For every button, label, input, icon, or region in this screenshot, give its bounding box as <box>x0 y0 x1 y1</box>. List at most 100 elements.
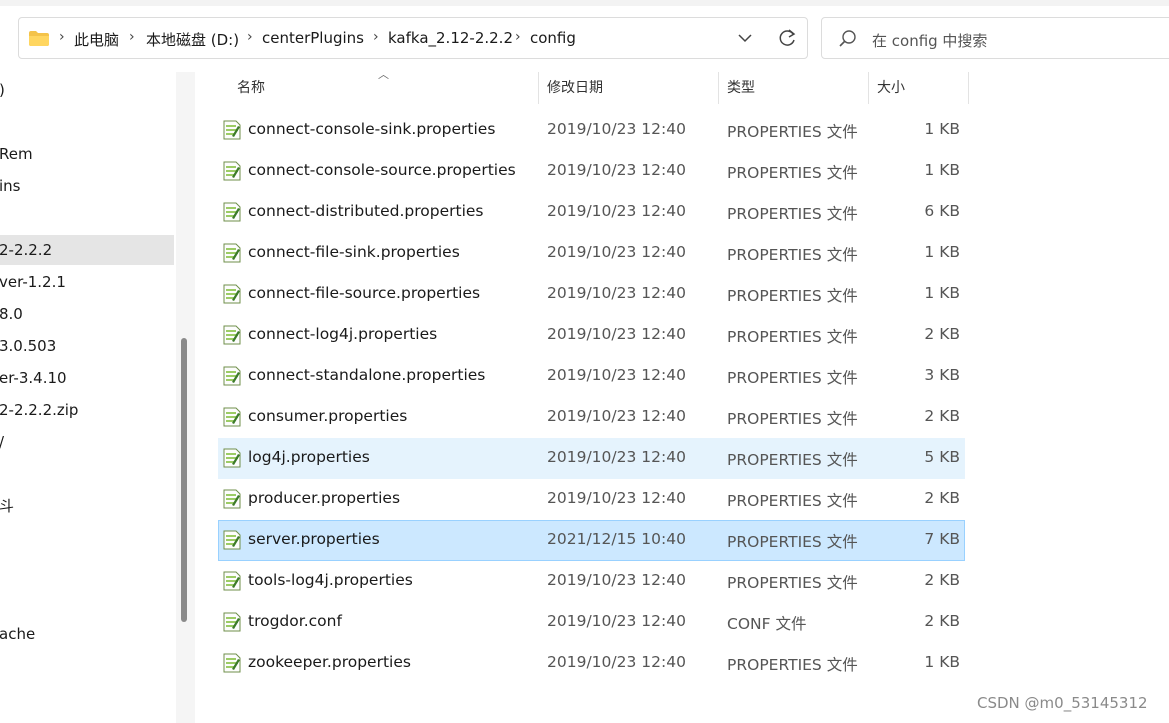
file-type: PROPERTIES 文件 <box>727 328 858 346</box>
file-name: connect-console-source.properties <box>248 161 516 179</box>
file-size: 2 KB <box>924 489 960 507</box>
search-input[interactable]: 在 config 中搜索 <box>872 30 987 51</box>
address-bar[interactable]: › 此电脑 › 本地磁盘 (D:) › centerPlugins › kafk… <box>18 17 808 59</box>
column-divider[interactable] <box>868 72 869 104</box>
nav-item[interactable]: 3.0.503 <box>0 331 174 361</box>
properties-file-icon <box>223 325 241 345</box>
file-name: consumer.properties <box>248 407 408 425</box>
refresh-icon[interactable] <box>776 26 798 50</box>
file-row[interactable]: connect-console-sink.properties 2019/10/2… <box>218 110 965 151</box>
column-header-type[interactable]: 类型 <box>727 72 867 104</box>
nav-item[interactable]: / <box>0 427 174 457</box>
breadcrumb-drive-d[interactable]: 本地磁盘 (D:) <box>146 29 239 50</box>
file-type: CONF 文件 <box>727 615 807 633</box>
properties-file-icon <box>223 530 241 550</box>
properties-file-icon <box>223 489 241 509</box>
file-row[interactable]: zookeeper.properties 2019/10/23 12:40 PROP… <box>218 643 965 684</box>
file-row[interactable]: connect-file-source.properties 2019/10/23… <box>218 274 965 315</box>
file-size: 1 KB <box>924 653 960 671</box>
nav-item-label: ) <box>0 75 5 105</box>
column-header-date[interactable]: 修改日期 <box>547 72 717 104</box>
file-size: 1 KB <box>924 120 960 138</box>
file-type: PROPERTIES 文件 <box>727 492 858 510</box>
chevron-right-icon[interactable]: › <box>373 29 379 45</box>
nav-item-label: / <box>0 427 4 457</box>
breadcrumb-this-pc[interactable]: 此电脑 <box>74 29 119 50</box>
chevron-right-icon[interactable]: › <box>247 29 253 45</box>
nav-item-label: 2-2.2.2 <box>0 241 53 259</box>
file-row[interactable]: tools-log4j.properties 2019/10/23 12:40 PR… <box>218 561 965 602</box>
nav-item[interactable]: 2-2.2.2.zip <box>0 395 174 425</box>
file-name: connect-distributed.properties <box>248 202 484 220</box>
nav-scrollbar-thumb[interactable] <box>181 338 187 622</box>
file-modified-date: 2019/10/23 12:40 <box>547 407 686 425</box>
chevron-right-icon[interactable]: › <box>129 29 135 45</box>
nav-item-selected[interactable]: 2-2.2.2 <box>0 235 174 265</box>
file-name: connect-file-source.properties <box>248 284 481 302</box>
nav-item-label: er-3.4.10 <box>0 369 67 387</box>
file-size: 1 KB <box>924 161 960 179</box>
file-name: connect-log4j.properties <box>248 325 438 343</box>
column-divider[interactable] <box>538 72 539 104</box>
file-row[interactable]: producer.properties 2019/10/23 12:40 PROPE… <box>218 479 965 520</box>
search-box[interactable]: 在 config 中搜索 <box>821 17 1169 59</box>
file-name: connect-file-sink.properties <box>248 243 460 261</box>
file-row[interactable]: connect-distributed.properties 2019/10/23… <box>218 192 965 233</box>
chevron-down-icon[interactable] <box>735 27 755 49</box>
nav-item[interactable]: 8.0 <box>0 299 174 329</box>
properties-file-icon <box>223 448 241 468</box>
file-name: producer.properties <box>248 489 401 507</box>
file-type: PROPERTIES 文件 <box>727 369 858 387</box>
file-row[interactable]: consumer.properties 2019/10/23 12:40 PROPE… <box>218 397 965 438</box>
column-divider[interactable] <box>718 72 719 104</box>
file-size: 3 KB <box>924 366 960 384</box>
file-row[interactable]: server.properties 2021/12/15 10:40 PROPERT… <box>218 520 965 561</box>
file-type: PROPERTIES 文件 <box>727 533 858 551</box>
file-modified-date: 2019/10/23 12:40 <box>547 571 686 589</box>
file-modified-date: 2019/10/23 12:40 <box>547 325 686 343</box>
nav-item[interactable]: ins <box>0 171 174 201</box>
file-list: connect-console-sink.properties 2019/10/2… <box>218 110 965 684</box>
file-type: PROPERTIES 文件 <box>727 123 858 141</box>
chevron-right-icon[interactable]: › <box>515 29 521 45</box>
file-row[interactable]: log4j.properties 2019/10/23 12:40 PROPERTI… <box>218 438 965 479</box>
file-type: PROPERTIES 文件 <box>727 246 858 264</box>
nav-item[interactable]: ver-1.2.1 <box>0 267 174 297</box>
file-type: PROPERTIES 文件 <box>727 287 858 305</box>
nav-item[interactable]: ) <box>0 75 174 105</box>
properties-file-icon <box>223 407 241 427</box>
file-row[interactable]: connect-log4j.properties 2019/10/23 12:40… <box>218 315 965 356</box>
nav-item[interactable]: Rem <box>0 139 174 169</box>
nav-item-label: ache <box>0 625 36 643</box>
nav-item[interactable]: 斗 <box>0 491 174 521</box>
file-modified-date: 2019/10/23 12:40 <box>547 120 686 138</box>
column-header-size[interactable]: 大小 <box>877 72 967 104</box>
nav-item-label: Rem <box>0 145 33 163</box>
column-divider[interactable] <box>968 72 969 104</box>
breadcrumb-centerplugins[interactable]: centerPlugins <box>262 29 364 47</box>
properties-file-icon <box>223 120 241 140</box>
file-modified-date: 2019/10/23 12:40 <box>547 489 686 507</box>
breadcrumb-kafka[interactable]: kafka_2.12-2.2.2 <box>388 29 513 47</box>
file-size: 1 KB <box>924 243 960 261</box>
nav-item[interactable]: ache <box>0 619 174 649</box>
file-modified-date: 2019/10/23 12:40 <box>547 284 686 302</box>
file-type: PROPERTIES 文件 <box>727 164 858 182</box>
properties-file-icon <box>223 243 241 263</box>
chevron-right-icon[interactable]: › <box>59 29 65 45</box>
breadcrumb-config[interactable]: config <box>530 29 576 47</box>
file-row[interactable]: connect-file-sink.properties 2019/10/23 1… <box>218 233 965 274</box>
navigation-pane: ) Rem ins 2-2.2.2 ver-1.2.1 8.0 3.0.503 … <box>0 72 176 723</box>
watermark: CSDN @m0_53145312 <box>977 694 1148 712</box>
nav-item-label: 2-2.2.2.zip <box>0 401 79 419</box>
nav-item[interactable]: er-3.4.10 <box>0 363 174 393</box>
file-row[interactable]: connect-console-source.properties 2019/10… <box>218 151 965 192</box>
file-type: PROPERTIES 文件 <box>727 656 858 674</box>
file-row[interactable]: trogdor.conf 2019/10/23 12:40 CONF 文件 2 KB <box>218 602 965 643</box>
file-row[interactable]: connect-standalone.properties 2019/10/23 … <box>218 356 965 397</box>
file-modified-date: 2019/10/23 12:40 <box>547 612 686 630</box>
file-size: 2 KB <box>924 612 960 630</box>
file-name: connect-console-sink.properties <box>248 120 496 138</box>
column-header-name[interactable]: 名称 <box>237 72 537 104</box>
file-type: PROPERTIES 文件 <box>727 410 858 428</box>
